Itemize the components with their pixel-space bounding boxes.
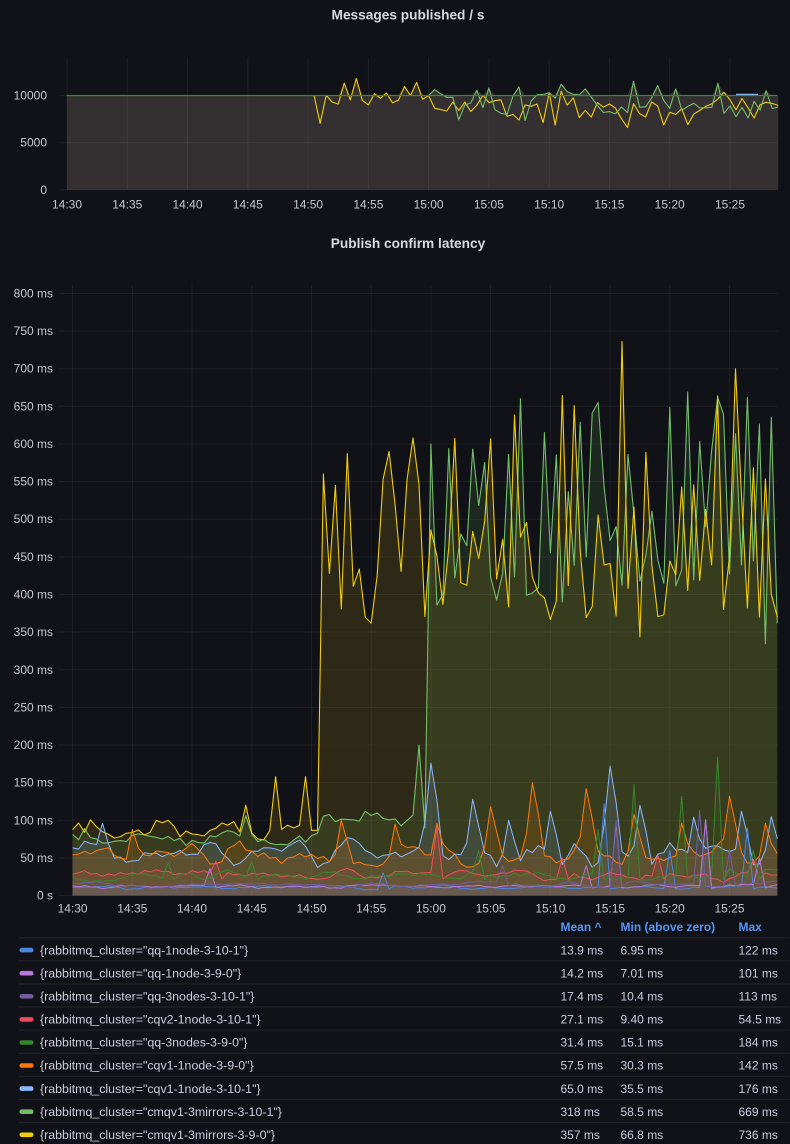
svg-text:14:30: 14:30: [52, 198, 82, 212]
svg-text:Publish confirm latency: Publish confirm latency: [331, 236, 486, 251]
svg-text:736 ms: 736 ms: [739, 1128, 778, 1142]
svg-text:15:00: 15:00: [416, 902, 446, 916]
svg-text:15:00: 15:00: [414, 198, 444, 212]
svg-text:176 ms: 176 ms: [739, 1082, 778, 1096]
svg-text:450 ms: 450 ms: [14, 550, 53, 564]
svg-text:15:05: 15:05: [474, 198, 504, 212]
svg-text:17.4 ms: 17.4 ms: [561, 990, 604, 1004]
svg-text:{rabbitmq_cluster="cqv2-1node-: {rabbitmq_cluster="cqv2-1node-3-10-1"}: [40, 1013, 261, 1027]
svg-text:750 ms: 750 ms: [14, 324, 53, 338]
svg-text:50 ms: 50 ms: [20, 851, 53, 865]
svg-text:550 ms: 550 ms: [14, 475, 53, 489]
svg-text:57.5 ms: 57.5 ms: [561, 1059, 604, 1073]
svg-text:{rabbitmq_cluster="qq-1node-3-: {rabbitmq_cluster="qq-1node-3-10-1"}: [40, 943, 248, 957]
svg-text:15:15: 15:15: [595, 902, 625, 916]
svg-text:31.4 ms: 31.4 ms: [561, 1036, 604, 1050]
svg-text:0: 0: [40, 183, 47, 197]
svg-text:{rabbitmq_cluster="cmqv1-3mirr: {rabbitmq_cluster="cmqv1-3mirrors-3-10-1…: [40, 1105, 282, 1119]
svg-text:54.5 ms: 54.5 ms: [739, 1013, 782, 1027]
svg-text:318 ms: 318 ms: [561, 1105, 600, 1119]
svg-text:Max: Max: [739, 920, 763, 934]
svg-text:184 ms: 184 ms: [739, 1036, 778, 1050]
svg-text:6.95 ms: 6.95 ms: [621, 943, 664, 957]
svg-text:101 ms: 101 ms: [739, 966, 778, 980]
svg-text:5000: 5000: [20, 136, 47, 150]
svg-text:66.8 ms: 66.8 ms: [621, 1128, 664, 1142]
svg-text:14:35: 14:35: [112, 198, 142, 212]
svg-text:15:20: 15:20: [655, 198, 685, 212]
svg-text:{rabbitmq_cluster="qq-3nodes-3: {rabbitmq_cluster="qq-3nodes-3-9-0"}: [40, 1036, 248, 1050]
svg-text:15:25: 15:25: [715, 198, 745, 212]
svg-text:700 ms: 700 ms: [14, 362, 53, 376]
svg-text:14:40: 14:40: [172, 198, 202, 212]
svg-text:35.5 ms: 35.5 ms: [621, 1082, 664, 1096]
svg-text:400 ms: 400 ms: [14, 588, 53, 602]
svg-text:{rabbitmq_cluster="cqv1-1node-: {rabbitmq_cluster="cqv1-1node-3-9-0"}: [40, 1059, 254, 1073]
svg-text:669 ms: 669 ms: [739, 1105, 778, 1119]
svg-text:Mean ^: Mean ^: [561, 920, 602, 934]
svg-text:{rabbitmq_cluster="qq-3nodes-3: {rabbitmq_cluster="qq-3nodes-3-10-1"}: [40, 990, 254, 1004]
svg-text:200 ms: 200 ms: [14, 738, 53, 752]
svg-text:{rabbitmq_cluster="qq-1node-3-: {rabbitmq_cluster="qq-1node-3-9-0"}: [40, 966, 241, 980]
svg-text:14:45: 14:45: [237, 902, 267, 916]
svg-text:357 ms: 357 ms: [561, 1128, 600, 1142]
svg-text:350 ms: 350 ms: [14, 625, 53, 639]
svg-text:7.01 ms: 7.01 ms: [621, 966, 664, 980]
svg-text:100 ms: 100 ms: [14, 813, 53, 827]
svg-text:142 ms: 142 ms: [739, 1059, 778, 1073]
svg-text:27.1 ms: 27.1 ms: [561, 1013, 604, 1027]
svg-text:30.3 ms: 30.3 ms: [621, 1059, 664, 1073]
svg-text:15:10: 15:10: [535, 902, 565, 916]
svg-text:14:35: 14:35: [117, 902, 147, 916]
svg-text:500 ms: 500 ms: [14, 512, 53, 526]
svg-text:14:30: 14:30: [58, 902, 88, 916]
svg-text:10000: 10000: [14, 89, 48, 103]
svg-text:{rabbitmq_cluster="cqv1-1node-: {rabbitmq_cluster="cqv1-1node-3-10-1"}: [40, 1082, 261, 1096]
svg-text:800 ms: 800 ms: [14, 286, 53, 300]
svg-text:13.9 ms: 13.9 ms: [561, 943, 604, 957]
svg-text:14.2 ms: 14.2 ms: [561, 966, 604, 980]
svg-text:0 s: 0 s: [37, 889, 53, 903]
svg-text:300 ms: 300 ms: [14, 663, 53, 677]
svg-text:122 ms: 122 ms: [739, 943, 778, 957]
svg-text:15:05: 15:05: [476, 902, 506, 916]
svg-text:600 ms: 600 ms: [14, 437, 53, 451]
svg-text:9.40 ms: 9.40 ms: [621, 1013, 664, 1027]
svg-text:15:10: 15:10: [534, 198, 564, 212]
svg-text:113 ms: 113 ms: [739, 990, 777, 1004]
svg-text:58.5 ms: 58.5 ms: [621, 1105, 664, 1119]
svg-text:250 ms: 250 ms: [14, 700, 53, 714]
svg-text:14:50: 14:50: [293, 198, 323, 212]
svg-text:15:20: 15:20: [655, 902, 685, 916]
svg-text:Min (above zero): Min (above zero): [621, 920, 716, 934]
svg-text:15.1 ms: 15.1 ms: [621, 1036, 664, 1050]
svg-text:14:55: 14:55: [356, 902, 386, 916]
svg-text:150 ms: 150 ms: [14, 776, 53, 790]
svg-text:14:45: 14:45: [233, 198, 263, 212]
svg-text:14:50: 14:50: [296, 902, 326, 916]
svg-text:10.4 ms: 10.4 ms: [621, 990, 664, 1004]
svg-text:15:25: 15:25: [714, 902, 744, 916]
svg-text:65.0 ms: 65.0 ms: [561, 1082, 604, 1096]
svg-text:Messages published / s: Messages published / s: [332, 8, 485, 23]
svg-text:14:55: 14:55: [353, 198, 383, 212]
svg-text:{rabbitmq_cluster="cmqv1-3mirr: {rabbitmq_cluster="cmqv1-3mirrors-3-9-0"…: [40, 1128, 275, 1142]
svg-text:14:40: 14:40: [177, 902, 207, 916]
svg-text:650 ms: 650 ms: [14, 399, 53, 413]
svg-text:15:15: 15:15: [594, 198, 624, 212]
